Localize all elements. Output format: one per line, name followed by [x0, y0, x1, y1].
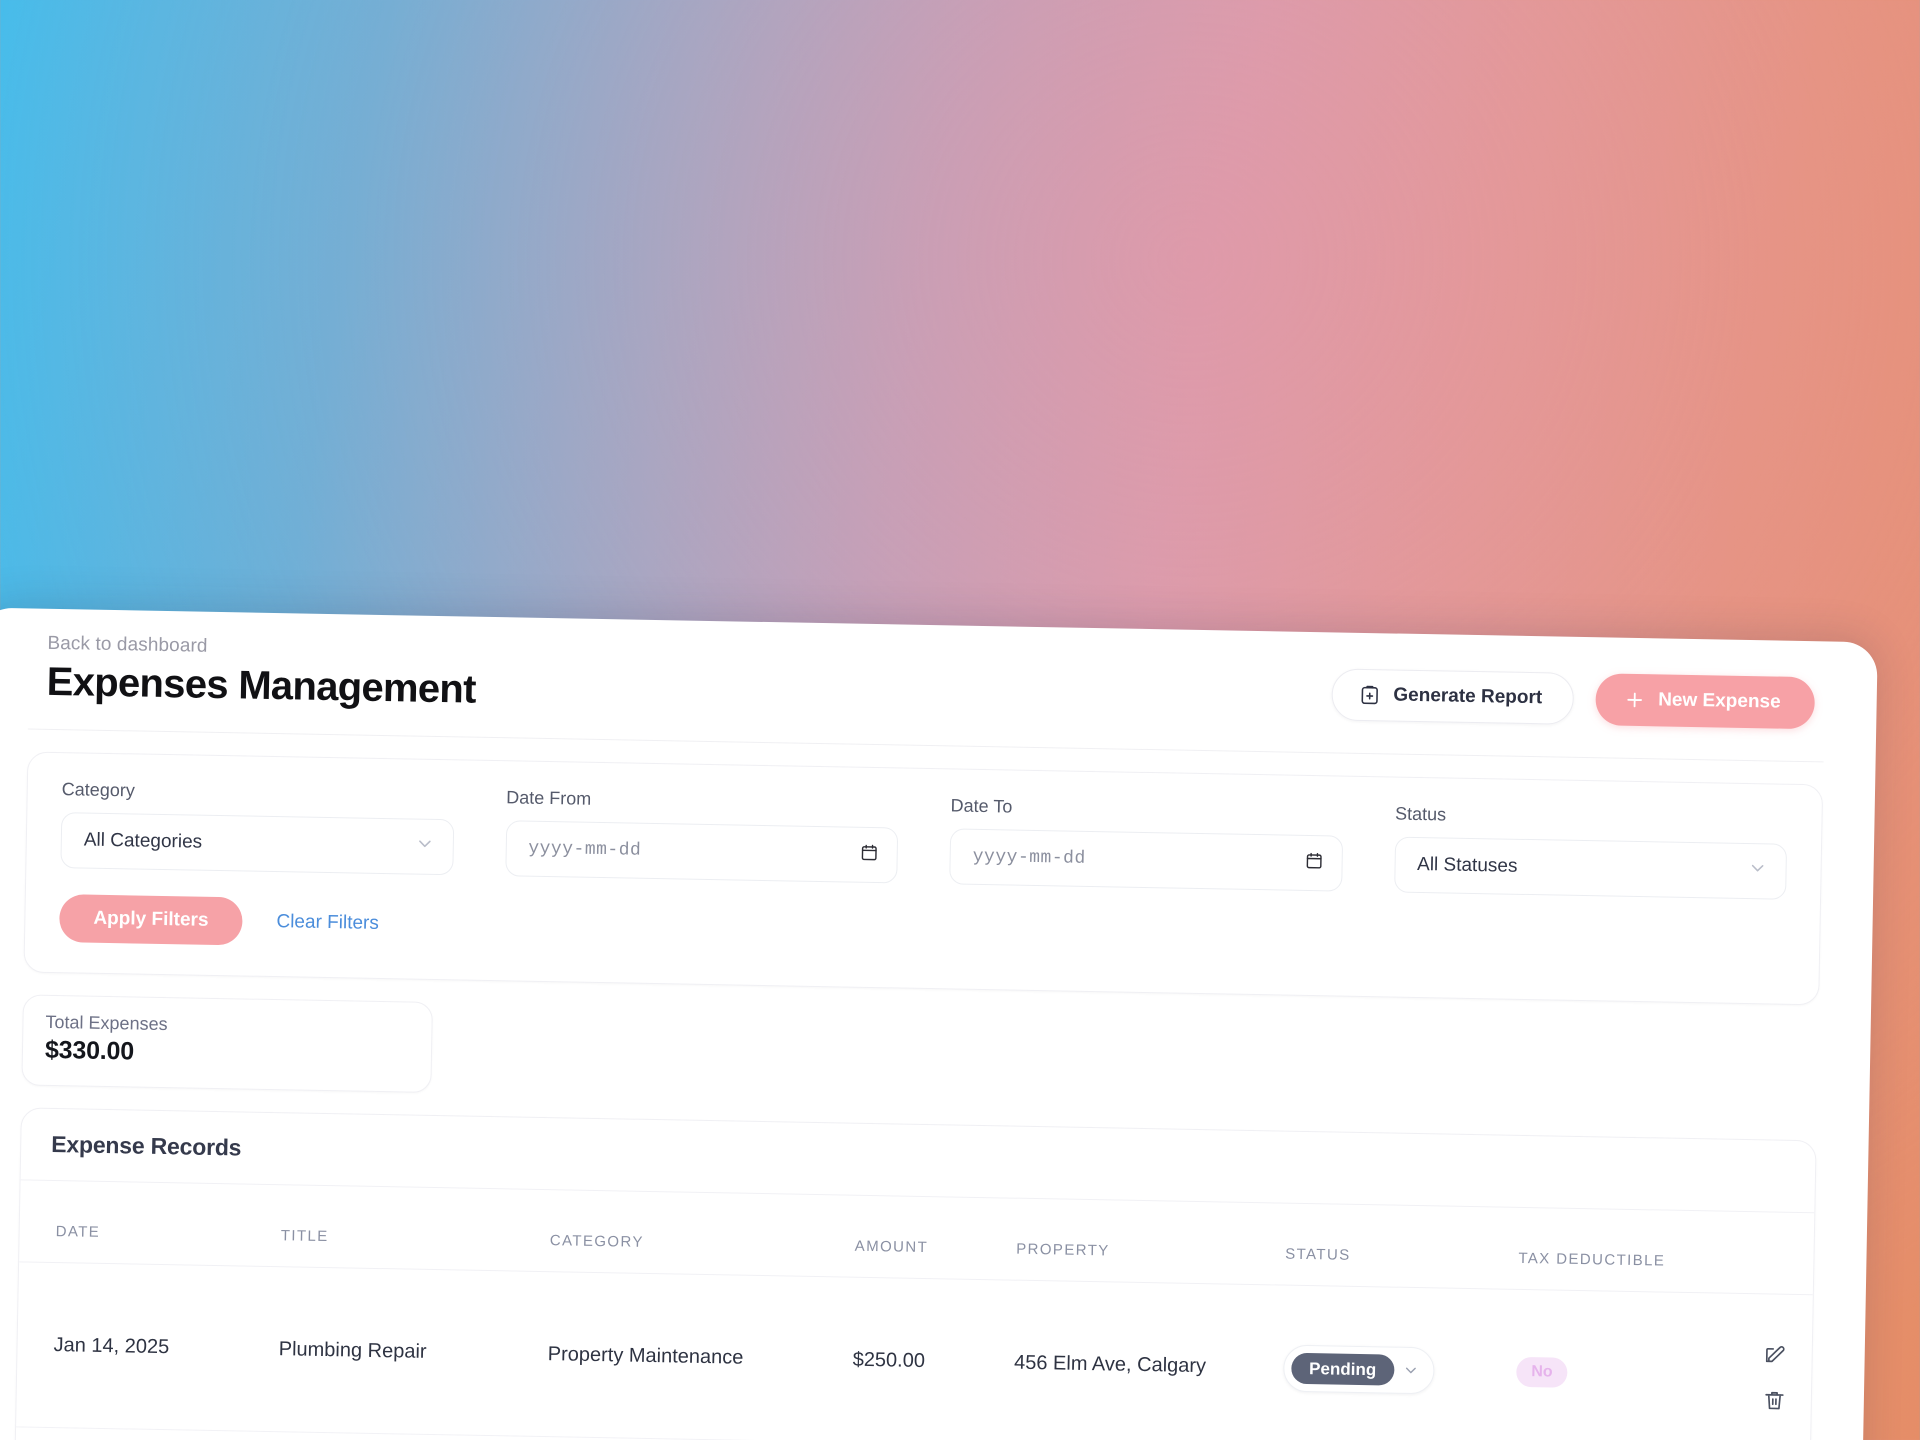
chevron-down-icon [1747, 858, 1767, 884]
cell-category: Property Maintenance [536, 1271, 845, 1440]
chevron-down-icon [414, 834, 434, 860]
status-badge: Pending [1290, 1352, 1395, 1386]
generate-report-label: Generate Report [1393, 684, 1543, 709]
cell-amount: $250.00 [841, 1277, 1006, 1440]
status-select-value: All Statuses [1416, 853, 1518, 877]
filter-field-date-from: Date From yyyy-mm-dd [504, 787, 899, 884]
filter-label-status: Status [1394, 803, 1447, 825]
filter-actions: Apply Filters Clear Filters [58, 894, 1786, 974]
column-header-date: DATE [19, 1180, 272, 1267]
expenses-app-card: Back to dashboard Expenses Management Ge… [0, 607, 1878, 1440]
generate-report-button[interactable]: Generate Report [1330, 668, 1574, 725]
expense-records-card: Expense Records DATE TITLE CATEGORY AMOU… [12, 1107, 1817, 1440]
filter-label-category: Category [61, 779, 136, 801]
column-header-property: PROPERTY [1005, 1198, 1277, 1285]
header-actions: Generate Report New Expense [1330, 668, 1816, 735]
back-to-dashboard-link[interactable]: Back to dashboard [47, 633, 476, 663]
total-expenses-card: Total Expenses $330.00 [21, 994, 433, 1093]
total-expenses-value: $330.00 [44, 1035, 135, 1066]
calendar-icon[interactable] [859, 842, 878, 867]
new-expense-button[interactable]: New Expense [1594, 673, 1816, 730]
expense-records-table: DATE TITLE CATEGORY AMOUNT PROPERTY STAT… [13, 1180, 1815, 1440]
filters-panel: Category All Categories Date From yyyy-m… [23, 751, 1824, 1006]
cell-tax-deductible: No [1504, 1289, 1706, 1440]
date-from-value: yyyy-mm-dd [528, 838, 642, 861]
status-dropdown[interactable]: Pending [1282, 1344, 1435, 1394]
column-header-status: STATUS [1274, 1203, 1510, 1290]
chevron-down-icon [1402, 1361, 1419, 1378]
total-expenses-label: Total Expenses [45, 1011, 168, 1035]
column-header-category: CATEGORY [539, 1189, 846, 1278]
filter-field-category: Category All Categories [60, 779, 454, 876]
filter-label-date-from: Date From [506, 787, 592, 809]
filters-grid: Category All Categories Date From yyyy-m… [60, 779, 1788, 900]
cell-date: Jan 14, 2025 [16, 1261, 271, 1432]
cell-actions [1702, 1292, 1813, 1440]
category-select-value: All Categories [83, 829, 203, 853]
summary-row: Total Expenses $330.00 [21, 994, 1818, 1118]
date-from-input[interactable]: yyyy-mm-dd [504, 820, 899, 884]
page-title: Expenses Management [46, 659, 477, 712]
row-actions [1713, 1339, 1802, 1413]
page-header: Back to dashboard Expenses Management Ge… [27, 608, 1826, 763]
date-to-value: yyyy-mm-dd [972, 846, 1086, 869]
cell-title: Plumbing Repair [267, 1266, 540, 1437]
clipboard-report-icon [1358, 684, 1380, 706]
cell-status: Pending [1271, 1284, 1508, 1440]
trash-icon[interactable] [1762, 1387, 1787, 1412]
column-header-actions [1705, 1211, 1815, 1295]
calendar-icon[interactable] [1304, 850, 1323, 875]
tax-deductible-badge: No [1516, 1356, 1568, 1388]
date-to-input[interactable]: yyyy-mm-dd [949, 828, 1343, 892]
column-header-title: TITLE [270, 1185, 541, 1272]
filter-field-status: Status All Statuses [1393, 803, 1788, 900]
apply-filters-button[interactable]: Apply Filters [58, 894, 243, 946]
filter-field-date-to: Date To yyyy-mm-dd [949, 795, 1343, 892]
filter-label-date-to: Date To [950, 795, 1013, 817]
header-left: Back to dashboard Expenses Management [46, 633, 477, 712]
column-header-tax-deductible: TAX DEDUCTIBLE [1507, 1207, 1707, 1293]
column-header-amount: AMOUNT [844, 1195, 1008, 1280]
edit-pencil-icon[interactable] [1763, 1340, 1788, 1365]
cell-property: 456 Elm Ave, Calgary [1002, 1279, 1275, 1440]
clear-filters-link[interactable]: Clear Filters [276, 911, 379, 935]
plus-icon [1623, 689, 1645, 711]
status-select[interactable]: All Statuses [1393, 836, 1788, 900]
category-select[interactable]: All Categories [60, 812, 454, 876]
new-expense-label: New Expense [1657, 689, 1781, 713]
